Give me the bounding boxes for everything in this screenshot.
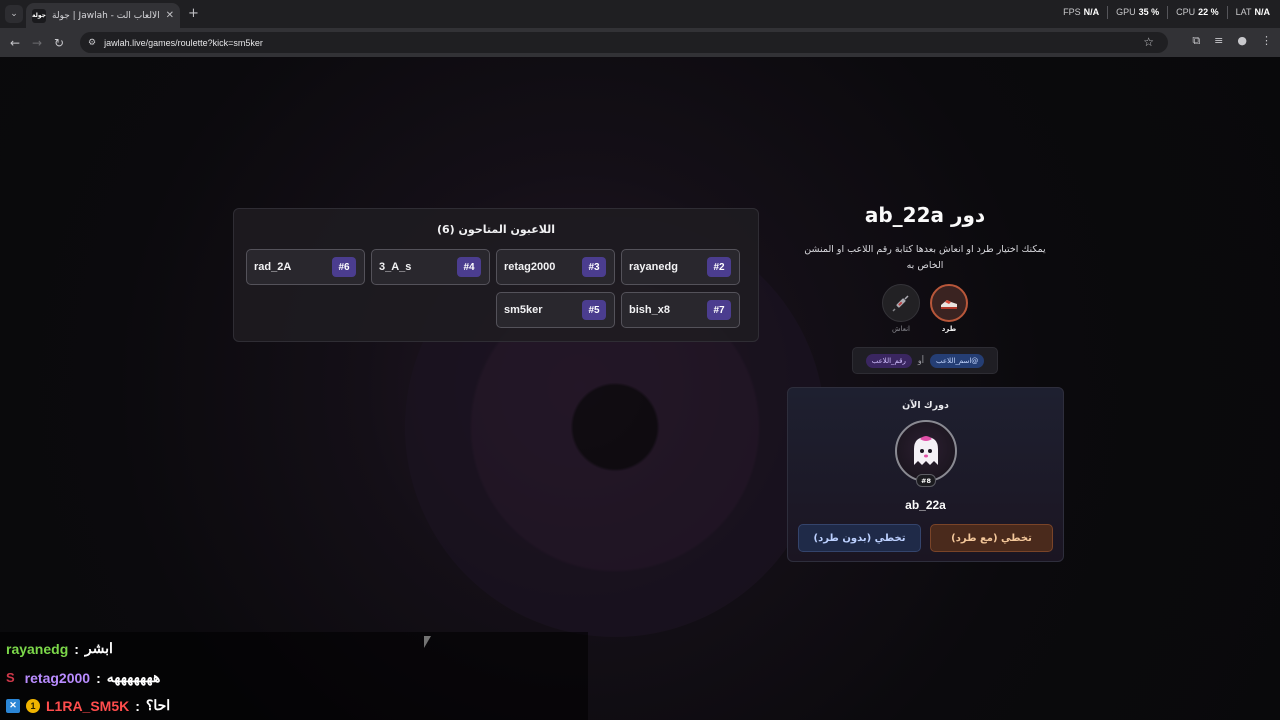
player-name: rad_2A (254, 261, 292, 273)
menu-icon[interactable]: ⋮ (1261, 34, 1272, 48)
new-tab-icon[interactable]: + (188, 6, 199, 21)
chat-text: هههههههه (106, 669, 161, 685)
kick-label: طرد (941, 325, 957, 333)
player-name: retag2000 (504, 261, 556, 273)
player-number-badge: #8 (916, 474, 936, 487)
player-card[interactable]: rayanedg #2 (621, 249, 740, 285)
tab-search-button[interactable]: ⌄ (5, 5, 23, 23)
chat-username: retag2000 (24, 669, 91, 686)
site-info-icon[interactable]: ⚙ (88, 38, 96, 48)
player-number-badge: #6 (332, 257, 356, 277)
player-card[interactable]: sm5ker #5 (496, 292, 615, 328)
extensions-icon[interactable]: ⧉ (1192, 34, 1200, 48)
player-number-badge: #3 (582, 257, 606, 277)
player-name: 3_A_s (379, 261, 412, 273)
mention-or-label: أو (917, 356, 925, 365)
chat-username: rayanedg (6, 640, 69, 657)
ghost-avatar-icon (914, 436, 938, 465)
tab-title: جولة | Jawlah - منصة الألعاب الت... (52, 10, 160, 21)
shoe-icon (941, 300, 957, 309)
player-number-badge: #2 (707, 257, 731, 277)
chat-badge-icon: ✕ (6, 698, 20, 713)
player-card[interactable]: 3_A_s #4 (371, 249, 490, 285)
chat-username: L1RA_SM5K (46, 697, 130, 714)
turn-title: دور ab_22a (864, 203, 986, 227)
player-name: bish_x8 (629, 304, 670, 316)
player-name: sm5ker (504, 304, 543, 316)
skip-without-kick-button[interactable]: تخطي (بدون طرد) (798, 524, 921, 552)
chat-badge-icon: 1 (26, 698, 40, 713)
players-panel-title: اللاعبون المتاحون (6) (436, 223, 556, 236)
mention-format-hint: @اسم_اللاعب أو رقم_اللاعب (852, 347, 998, 374)
fps-readout: FPS N/A (1063, 7, 1100, 17)
revive-action-button[interactable] (882, 284, 920, 322)
current-player-name: ab_22a (905, 498, 946, 512)
profile-icon[interactable]: ● (1237, 34, 1247, 48)
player-card[interactable]: bish_x8 #7 (621, 292, 740, 328)
player-number-badge: #5 (582, 300, 606, 320)
forward-arrow-icon[interactable]: → (26, 36, 48, 50)
lat-readout: LAT N/A (1235, 7, 1270, 17)
site-favicon-icon: جولة (32, 8, 46, 23)
bookmark-star-icon[interactable]: ☆ (1143, 35, 1154, 49)
mention-number-pill: رقم_اللاعب (865, 353, 912, 368)
current-turn-title: دورك الآن (902, 400, 949, 411)
revive-label: انعاش (892, 325, 910, 333)
url-text: jawlah.live/games/roulette?kick=sm5ker (104, 37, 263, 48)
mention-name-pill: @اسم_اللاعب (930, 353, 985, 368)
player-number-badge: #7 (707, 300, 731, 320)
browser-toolbar: ← → ↻ ⚙ jawlah.live/games/roulette?kick=… (0, 28, 1280, 57)
performance-overlay: FPS N/A GPU 35 % CPU 22 % LAT N/A (1063, 6, 1270, 19)
skip-with-kick-button[interactable]: تخطي (مع طرد) (930, 524, 1053, 552)
browser-tabbar: ⌄ جولة جولة | Jawlah - منصة الألعاب الت.… (0, 0, 1280, 28)
chat-message: ✕ 1 L1RA_SM5K : احا؟ (6, 697, 170, 714)
chat-text: ابشر (84, 640, 113, 656)
player-card[interactable]: rad_2A #6 (246, 249, 365, 285)
gpu-readout: GPU 35 % (1116, 7, 1160, 17)
chat-message: rayanedg : ابشر (6, 640, 113, 657)
player-name: rayanedg (629, 261, 678, 273)
kick-action-button[interactable] (930, 284, 968, 322)
player-card[interactable]: retag2000 #3 (496, 249, 615, 285)
chat-message: S retag2000 : هههههههه (6, 669, 161, 686)
url-bar[interactable]: ⚙ jawlah.live/games/roulette?kick=sm5ker… (80, 32, 1168, 53)
back-arrow-icon[interactable]: ← (4, 36, 26, 50)
stream-chat-overlay: rayanedg : ابشر S retag2000 : هههههههه ✕… (0, 632, 588, 720)
current-turn-card: دورك الآن #8 ab_22a تخطي (مع طرد) تخطي (… (787, 387, 1064, 562)
tab-close-icon[interactable]: ✕ (166, 10, 174, 21)
chat-badge-icon: S (6, 670, 15, 685)
avatar (895, 420, 957, 482)
page-content: اللاعبون المتاحون (6) rayanedg #2 retag2… (0, 57, 1280, 720)
cpu-readout: CPU 22 % (1176, 7, 1219, 17)
turn-instructions: يمكنك اختيار طرد او انعاش بعدها كتابة رق… (804, 244, 1046, 271)
browser-tab[interactable]: جولة جولة | Jawlah - منصة الألعاب الت...… (26, 3, 180, 28)
available-players-panel: اللاعبون المتاحون (6) rayanedg #2 retag2… (233, 208, 759, 342)
media-controls-icon[interactable]: ≡ (1214, 34, 1223, 48)
syringe-icon (892, 295, 909, 312)
chat-text: احا؟ (145, 697, 171, 713)
player-number-badge: #4 (457, 257, 481, 277)
reload-icon[interactable]: ↻ (48, 36, 70, 50)
